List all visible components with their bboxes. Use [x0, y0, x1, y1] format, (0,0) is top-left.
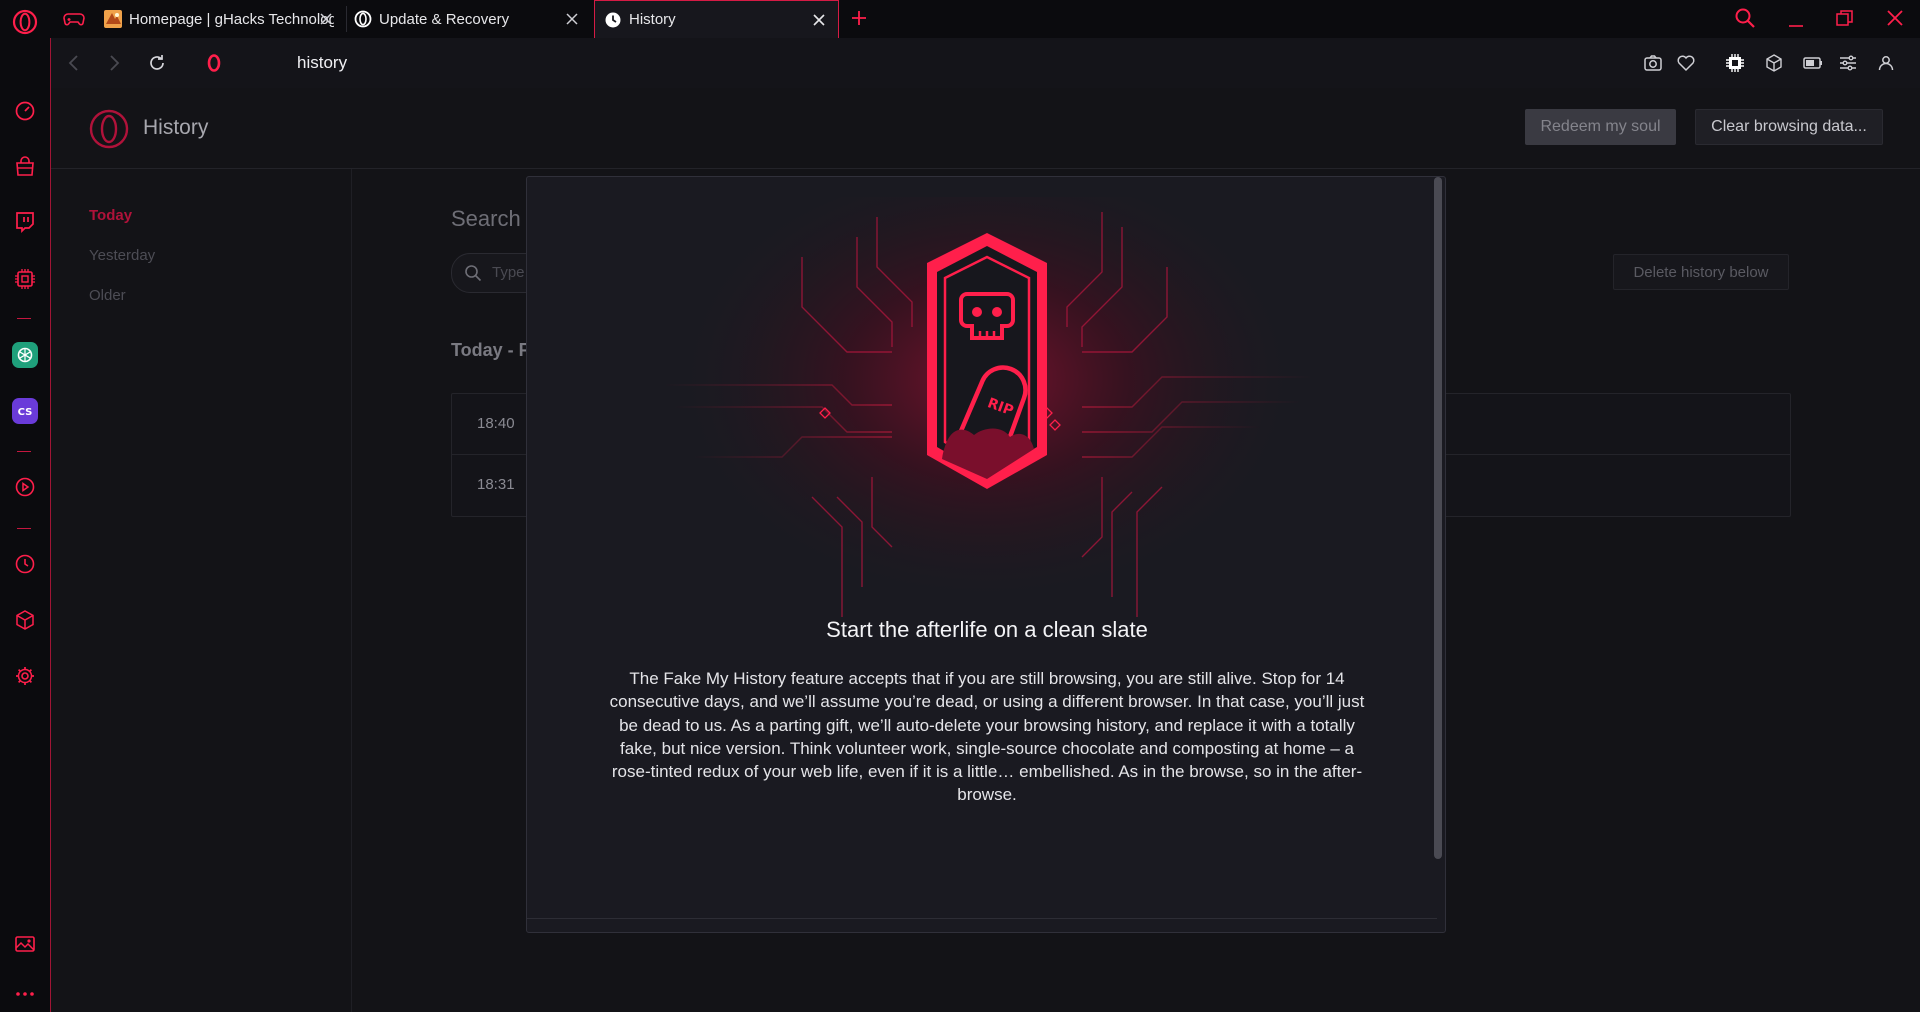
reload-button[interactable] — [145, 51, 169, 75]
forward-button[interactable] — [102, 51, 126, 75]
opera-icon — [354, 10, 372, 28]
tab-separator — [346, 6, 347, 32]
search-icon — [464, 264, 482, 282]
address-bar: history — [51, 38, 1920, 88]
close-tab-icon[interactable] — [318, 11, 334, 27]
search-placeholder: Type — [492, 264, 525, 281]
svg-text:CS: CS — [18, 407, 33, 418]
today-section-header: Today - F — [451, 340, 530, 360]
tab-ghacks[interactable]: Homepage | gHacks Technology News — [104, 0, 340, 38]
history-time: 18:31 — [477, 476, 515, 493]
search-title: Search — [451, 206, 521, 231]
opera-menu-button[interactable] — [11, 8, 39, 36]
tab-title: Homepage | gHacks Technology News — [129, 10, 334, 28]
player-icon[interactable] — [11, 473, 39, 501]
history-time: 18:40 — [477, 415, 515, 432]
sidebar: CS — [0, 38, 51, 1012]
tombstone-illustration: RIP — [662, 197, 1312, 657]
close-window-button[interactable] — [1884, 7, 1906, 29]
address-field[interactable]: history — [297, 53, 347, 73]
tab-title: History — [629, 11, 676, 28]
tab-search-icon[interactable] — [1734, 7, 1756, 29]
opera-logo-icon — [12, 9, 38, 35]
battery-saver-icon[interactable] — [1801, 51, 1825, 75]
twitch-icon[interactable] — [11, 208, 39, 236]
sidebar-separator — [17, 451, 31, 452]
more-icon[interactable] — [11, 980, 39, 1008]
redeem-soul-button[interactable]: Redeem my soul — [1525, 109, 1676, 145]
snapshot-icon[interactable] — [1641, 51, 1665, 75]
tab-update-recovery[interactable]: Update & Recovery — [354, 0, 590, 38]
close-tab-icon[interactable] — [811, 12, 827, 28]
restore-button[interactable] — [1834, 7, 1856, 29]
chatgpt-icon[interactable] — [11, 341, 39, 369]
game-controller-icon[interactable] — [63, 10, 85, 28]
delete-history-below-button[interactable]: Delete history below — [1613, 254, 1789, 290]
sidebar-separator — [17, 318, 31, 319]
opera-page-icon — [202, 51, 226, 75]
nav-today[interactable]: Today — [89, 207, 132, 224]
fake-my-history-dialog: RIP Start the afterlife on a clean slate… — [526, 176, 1446, 933]
history-icon[interactable] — [11, 550, 39, 578]
ghacks-favicon — [104, 10, 122, 28]
dialog-body-text: The Fake My History feature accepts that… — [609, 669, 1365, 805]
heart-icon[interactable] — [1674, 51, 1698, 75]
back-button[interactable] — [62, 51, 86, 75]
extensions-chip-icon[interactable] — [1723, 51, 1747, 75]
speed-dial-icon[interactable] — [11, 97, 39, 125]
clock-icon — [604, 11, 622, 29]
chatsonic-icon[interactable]: CS — [11, 397, 39, 425]
minimize-button[interactable] — [1785, 8, 1807, 30]
settings-icon[interactable] — [11, 662, 39, 690]
cube-icon[interactable] — [1762, 51, 1786, 75]
history-date-nav: Today Yesterday Older — [51, 169, 352, 1012]
sidebar-separator — [17, 528, 31, 529]
dialog-heading: Start the afterlife on a clean slate — [826, 617, 1148, 642]
opera-logo-icon — [89, 109, 129, 149]
dialog-scrollbar[interactable] — [1434, 177, 1442, 859]
tab-history[interactable]: History — [594, 0, 839, 38]
dialog-footer-divider — [527, 918, 1437, 919]
close-tab-icon[interactable] — [564, 11, 580, 27]
tab-title: Update & Recovery — [379, 10, 510, 28]
page-title: History — [143, 116, 209, 139]
shopping-bag-icon[interactable] — [11, 153, 39, 181]
page-header: History Redeem my soul Clear browsing da… — [51, 88, 1920, 169]
easy-setup-icon[interactable] — [1836, 51, 1860, 75]
chip-icon[interactable] — [11, 265, 39, 293]
new-tab-button[interactable] — [849, 8, 869, 28]
cube-icon[interactable] — [11, 606, 39, 634]
profile-icon[interactable] — [1874, 51, 1898, 75]
gallery-icon[interactable] — [11, 930, 39, 958]
nav-yesterday[interactable]: Yesterday — [89, 247, 155, 264]
tab-strip: Homepage | gHacks Technology News Update… — [0, 0, 1920, 38]
clear-browsing-data-button[interactable]: Clear browsing data... — [1695, 109, 1883, 145]
nav-older[interactable]: Older — [89, 287, 126, 304]
